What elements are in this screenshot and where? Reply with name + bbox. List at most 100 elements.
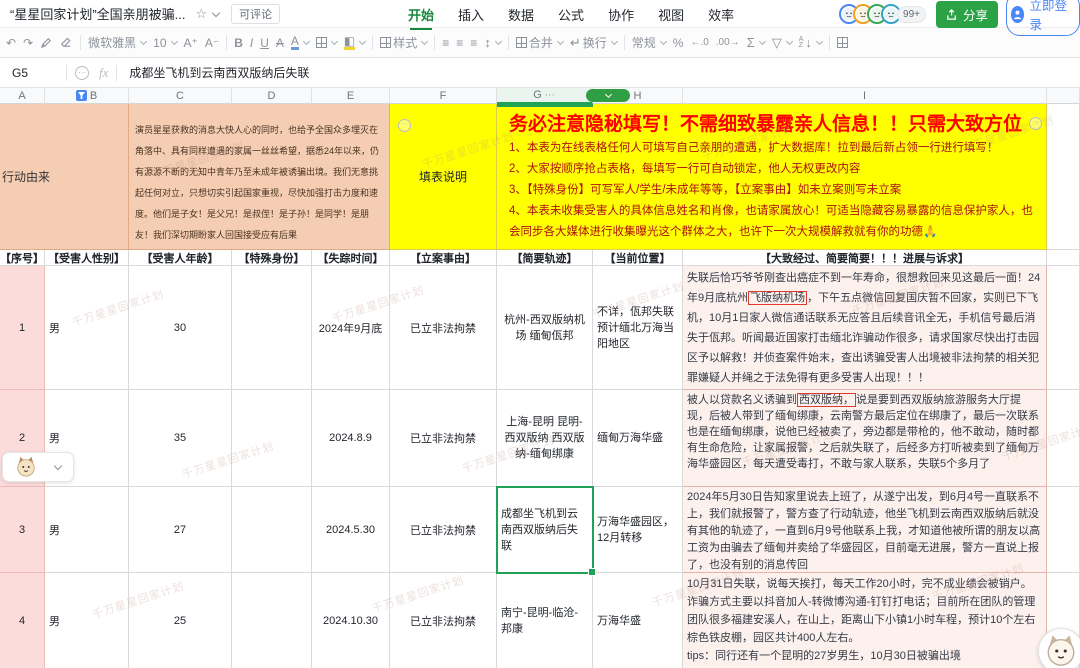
cell-empty[interactable] xyxy=(1047,390,1080,487)
star-icon[interactable]: ☆ xyxy=(196,6,208,22)
cell-location[interactable]: 不详，佤邦失联预计缅北万海当阳地区 xyxy=(593,266,683,390)
undo-button[interactable]: ↶ xyxy=(6,36,16,50)
cell-missing-time[interactable]: 2024年9月底 xyxy=(312,266,390,390)
cell-special[interactable] xyxy=(232,266,312,390)
menu-formula[interactable]: 公式 xyxy=(558,5,584,24)
percent-format-button[interactable]: % xyxy=(673,36,684,50)
cell-gender[interactable]: 男 xyxy=(45,487,129,573)
field-header-gender[interactable]: 【受害人性别】 xyxy=(45,250,129,266)
cell-detail[interactable]: 10月31日失联，说每天挨打，每天工作20小时，完不成业绩会被销户。诈骗方式主要… xyxy=(683,573,1047,668)
cell-serial[interactable]: 3 xyxy=(0,487,45,573)
filter-button[interactable]: ▽ xyxy=(772,35,793,51)
font-decrease-button[interactable]: A⁻ xyxy=(205,36,219,50)
cell-route[interactable]: 上海-昆明 昆明-西双版纳 西双版纳-缅甸绑康 xyxy=(497,390,593,487)
cell-style-button[interactable]: 样式 xyxy=(380,34,429,51)
cell-location[interactable]: 万海华盛 xyxy=(593,573,683,668)
cell-serial[interactable]: 4 xyxy=(0,573,45,668)
field-header-case[interactable]: 【立案事由】 xyxy=(390,250,497,266)
menu-home[interactable]: 开始 xyxy=(408,5,434,30)
menu-efficiency[interactable]: 效率 xyxy=(708,5,734,24)
rows-columns-button[interactable] xyxy=(836,37,848,48)
comment-icon[interactable]: ⋯ xyxy=(75,65,89,80)
login-button[interactable]: 立即登录 xyxy=(1006,0,1080,36)
cell-empty[interactable] xyxy=(1047,104,1080,250)
italic-button[interactable]: I xyxy=(250,36,253,50)
merge-cells-button[interactable]: 合并 xyxy=(515,34,564,51)
cell-location[interactable]: 万海华盛园区，12月转移 xyxy=(593,487,683,573)
cell-route[interactable]: 南宁-昆明-临沧-邦康 xyxy=(497,573,593,668)
document-title[interactable]: “星星回家计划”全国亲朋被骗... xyxy=(10,4,186,23)
column-header-j[interactable] xyxy=(1047,88,1080,104)
cell-route[interactable]: 杭州-西双版纳机场 缅甸佤邦 xyxy=(497,266,593,390)
font-size-select[interactable]: 10 xyxy=(153,36,178,50)
cell-case-status[interactable]: 已立非法拘禁 xyxy=(390,573,497,668)
menu-insert[interactable]: 插入 xyxy=(458,5,484,24)
cell-empty[interactable] xyxy=(1047,487,1080,573)
collaborator-count[interactable]: 99+ xyxy=(897,5,926,23)
number-format-select[interactable]: 常规 xyxy=(632,34,667,51)
field-header-serial[interactable]: 【序号】 xyxy=(0,250,45,266)
fx-icon[interactable]: fx xyxy=(99,65,108,81)
cell-serial[interactable]: 1 xyxy=(0,266,45,390)
bold-button[interactable]: B xyxy=(234,36,243,50)
column-header-e[interactable]: E xyxy=(312,88,390,104)
formula-input[interactable]: 成都坐飞机到云南西双版纳后失联 xyxy=(129,64,309,81)
cell-missing-time[interactable]: 2024.5.30 xyxy=(312,487,390,573)
comment-marker-icon[interactable]: ⋯ xyxy=(398,119,411,132)
column-header-d[interactable]: D xyxy=(232,88,312,104)
column-header-b[interactable]: B xyxy=(45,88,129,104)
underline-button[interactable]: U xyxy=(260,36,269,50)
eraser-button[interactable] xyxy=(60,36,73,49)
cell-missing-time[interactable]: 2024.8.9 xyxy=(312,390,390,487)
column-header-c[interactable]: C xyxy=(129,88,232,104)
cell-route-selected[interactable]: 成都坐飞机到云南西双版纳后失联 xyxy=(497,487,593,573)
cell-detail[interactable]: 失联后恰巧爷爷刚查出癌症不到一年寿命，很想救回来见这最后一面！24年9月底杭州飞… xyxy=(683,266,1047,390)
cell-empty[interactable] xyxy=(1047,250,1080,266)
border-button[interactable] xyxy=(315,37,338,48)
sort-button[interactable]: A Z ↓ xyxy=(799,35,823,50)
cell-gender[interactable]: 男 xyxy=(45,266,129,390)
filter-active-icon[interactable] xyxy=(75,90,87,101)
cell-intro-text[interactable]: 演员星星获救的消息大快人心的同时，也给予全国众多埋灭在角落中、具有同样遭遇的家属… xyxy=(129,104,390,250)
decrease-decimal-button[interactable]: ←.0 xyxy=(690,37,708,48)
field-header-age[interactable]: 【受害人年龄】 xyxy=(129,250,232,266)
cell-gender[interactable]: 男 xyxy=(45,573,129,668)
wrap-text-button[interactable]: ↵ 换行 xyxy=(570,34,618,51)
locate-selection-pill[interactable] xyxy=(586,89,630,102)
column-header-a[interactable]: A xyxy=(0,88,45,104)
cell-detail[interactable]: 2024年5月30日告知家里说去上班了，从遂宁出发，到6月4号一直联系不上，我们… xyxy=(683,487,1047,573)
field-header-detail[interactable]: 【大致经过、简要简要！！！进展与诉求】 xyxy=(683,250,1047,266)
column-header-f[interactable]: F xyxy=(390,88,497,104)
strikethrough-button[interactable]: A xyxy=(276,36,284,50)
font-name-select[interactable]: 微软雅黑 xyxy=(88,34,148,51)
format-painter-button[interactable] xyxy=(40,36,53,49)
align-center-button[interactable]: ≡ xyxy=(456,36,463,50)
cell-missing-time[interactable]: 2024.10.30 xyxy=(312,573,390,668)
cell-special[interactable] xyxy=(232,390,312,487)
cell-empty[interactable] xyxy=(1047,266,1080,390)
cell-location[interactable]: 缅甸万海华盛 xyxy=(593,390,683,487)
sum-button[interactable]: Σ xyxy=(747,35,766,50)
cell-special[interactable] xyxy=(232,573,312,668)
cell-case-status[interactable]: 已立非法拘禁 xyxy=(390,266,497,390)
fill-color-button[interactable]: ◧ xyxy=(343,35,367,50)
share-button[interactable]: 分享 xyxy=(935,0,998,28)
cell-special[interactable] xyxy=(232,487,312,573)
menu-collaborate[interactable]: 协作 xyxy=(608,5,634,24)
column-header-g[interactable]: G ⋯ xyxy=(497,88,593,104)
cell-age[interactable]: 30 xyxy=(129,266,232,390)
collaborator-avatars[interactable]: 99+ xyxy=(839,4,926,24)
cell-origin-label[interactable]: 行动由来 xyxy=(0,104,129,250)
field-header-location[interactable]: 【当前位置】 xyxy=(593,250,683,266)
field-header-special[interactable]: 【特殊身份】 xyxy=(232,250,312,266)
redo-button[interactable]: ↷ xyxy=(23,36,33,50)
cell-case-status[interactable]: 已立非法拘禁 xyxy=(390,487,497,573)
collaborator-cursor-chip[interactable] xyxy=(2,452,74,482)
cell-age[interactable]: 27 xyxy=(129,487,232,573)
font-increase-button[interactable]: A⁺ xyxy=(184,36,198,50)
cell-notice[interactable]: 务必注意隐秘填写！不需细致暴露亲人信息！！只需大致方位 1、本表为在线表格任何人… xyxy=(497,104,1047,250)
vertical-align-button[interactable]: ↕ xyxy=(484,35,502,50)
cell-detail[interactable]: 被人以贷款名义诱骗到 西双版纳， 说是要到西双版纳旅游服务大厅提现，后被人带到了缅甸… xyxy=(683,390,1047,487)
menu-data[interactable]: 数据 xyxy=(508,5,534,24)
column-header-i[interactable]: I xyxy=(683,88,1047,104)
